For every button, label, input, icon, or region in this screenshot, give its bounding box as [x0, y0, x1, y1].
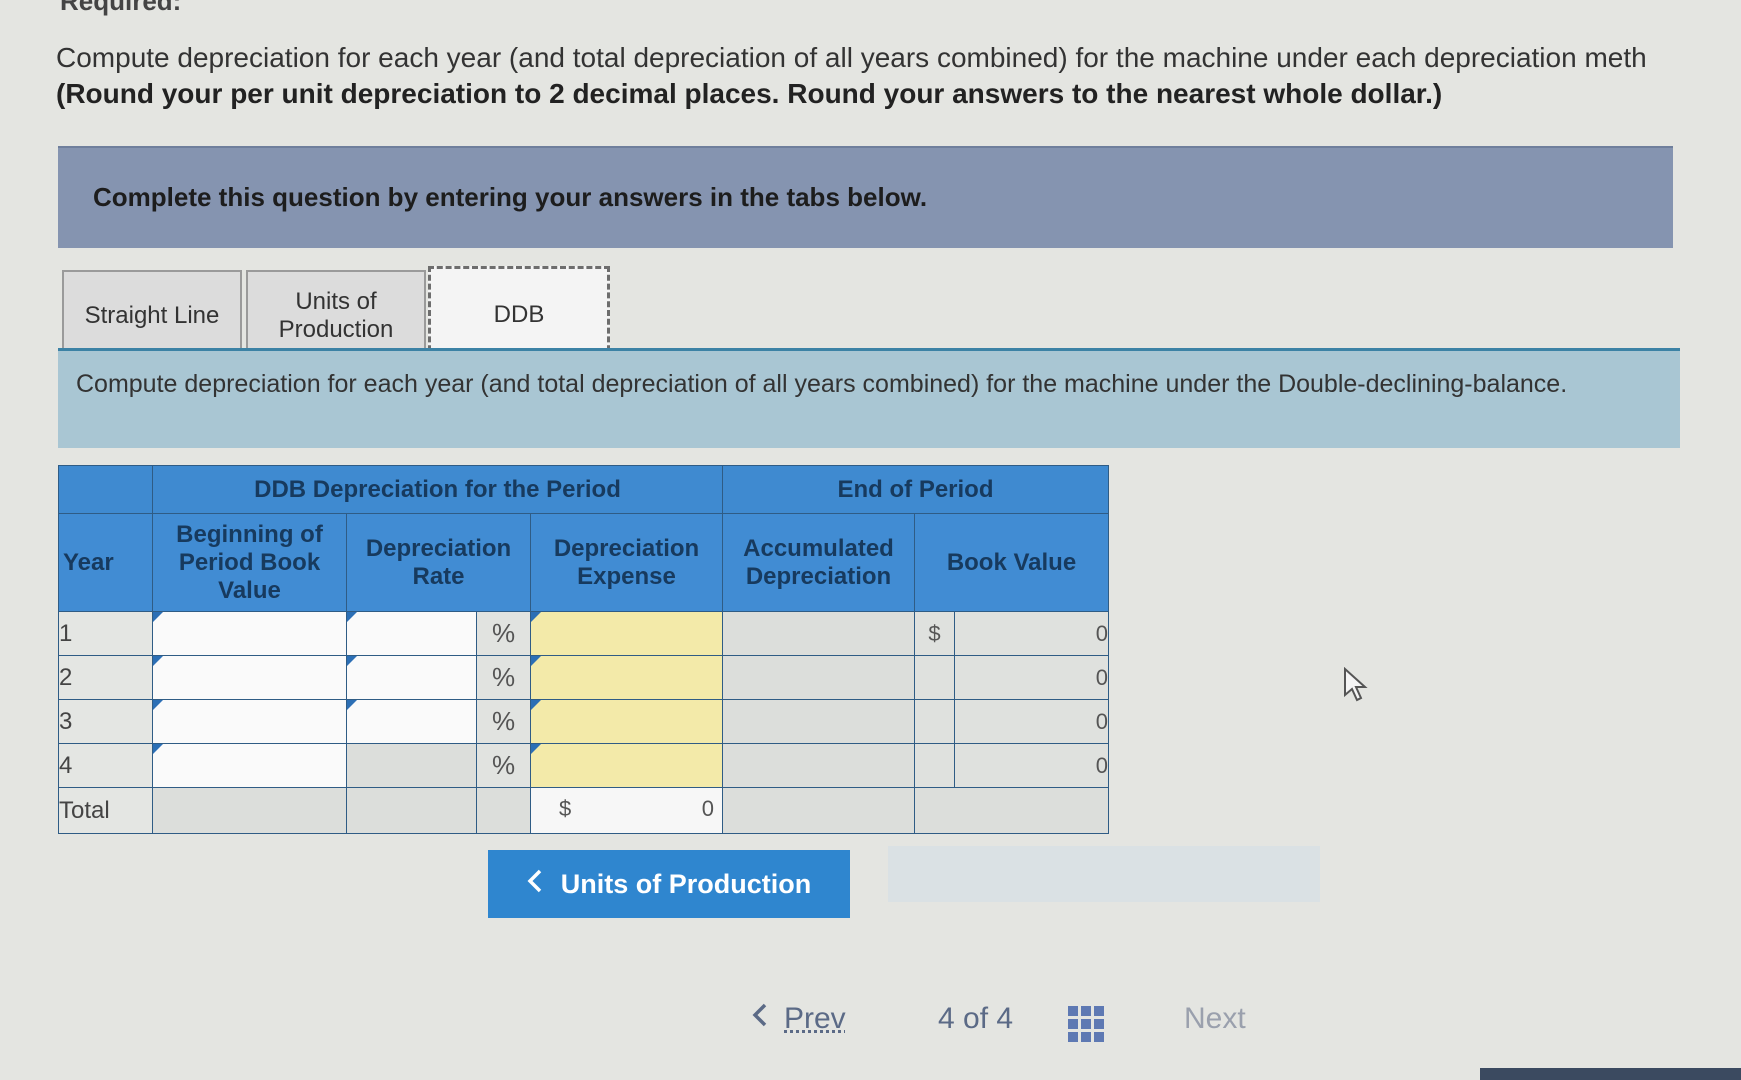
header-depreciation-expense: Depreciation Expense	[530, 513, 723, 612]
tab-straight-line[interactable]: Straight Line	[62, 270, 242, 360]
header-blank	[58, 465, 153, 514]
chevron-left-icon	[752, 1002, 768, 1036]
accumulated-depreciation-cell	[722, 743, 915, 788]
depreciation-rate-input[interactable]	[346, 611, 477, 656]
total-blank	[476, 787, 531, 834]
chevron-left-icon	[527, 869, 543, 900]
total-currency-sign: $	[559, 796, 572, 821]
total-label: Total	[58, 787, 153, 834]
header-year: Year	[58, 513, 153, 612]
percent-sign: %	[476, 743, 531, 788]
required-heading: Required:	[60, 0, 182, 16]
instruction-line-1: Compute depreciation for each year (and …	[56, 42, 1647, 73]
prev-label: Prev	[784, 1002, 846, 1035]
total-blank	[722, 787, 915, 834]
total-expense-value: 0	[701, 796, 714, 821]
banner-text: Complete this question by entering your …	[93, 182, 928, 212]
total-blank	[914, 787, 1109, 834]
depreciation-expense-input[interactable]	[530, 655, 723, 700]
depreciation-rate-cell	[346, 743, 477, 788]
units-of-production-button[interactable]: Units of Production	[488, 850, 850, 918]
button-shadow	[888, 846, 1320, 902]
book-value-cell: 0	[954, 655, 1109, 700]
book-value-cell: 0	[954, 743, 1109, 788]
depreciation-rate-input[interactable]	[346, 699, 477, 744]
header-ddb-period: DDB Depreciation for the Period	[152, 465, 723, 514]
beginning-book-value-input[interactable]	[152, 699, 347, 744]
header-end-of-period: End of Period	[722, 465, 1109, 514]
nav-button-label: Units of Production	[560, 868, 812, 899]
table-row: 3 % 0	[58, 699, 1109, 744]
total-blank	[346, 787, 477, 834]
bottom-edge	[1480, 1068, 1741, 1080]
percent-sign: %	[476, 699, 531, 744]
book-value-cell: 0	[954, 699, 1109, 744]
year-cell: 3	[58, 699, 153, 744]
instruction-line-2: (Round your per unit depreciation to 2 d…	[56, 78, 1443, 109]
currency-sign: $	[914, 611, 955, 656]
instruction-banner: Complete this question by entering your …	[58, 146, 1673, 248]
page-indicator: 4 of 4	[938, 1002, 1014, 1035]
depreciation-expense-input[interactable]	[530, 611, 723, 656]
percent-sign: %	[476, 611, 531, 656]
table-row: 2 % 0	[58, 655, 1109, 700]
table-row: 4 % 0	[58, 743, 1109, 788]
ddb-table: DDB Depreciation for the Period End of P…	[58, 465, 1109, 834]
accumulated-depreciation-cell	[722, 699, 915, 744]
header-accumulated-depreciation: Accumulated Depreciation	[722, 513, 915, 612]
beginning-book-value-input[interactable]	[152, 655, 347, 700]
accumulated-depreciation-cell	[722, 611, 915, 656]
depreciation-rate-input[interactable]	[346, 655, 477, 700]
instructions: Compute depreciation for each year (and …	[56, 40, 1741, 112]
header-beginning-book-value: Beginning of Period Book Value	[152, 513, 347, 612]
grid-icon[interactable]	[1068, 1006, 1104, 1042]
tab-units-of-production[interactable]: Units of Production	[246, 270, 426, 360]
tab-units-label: Units of Production	[278, 288, 394, 343]
year-cell: 4	[58, 743, 153, 788]
year-cell: 1	[58, 611, 153, 656]
percent-sign: %	[476, 655, 531, 700]
total-blank	[152, 787, 347, 834]
depreciation-expense-input[interactable]	[530, 743, 723, 788]
mouse-cursor-icon	[1343, 666, 1369, 708]
currency-blank	[914, 743, 955, 788]
currency-blank	[914, 655, 955, 700]
header-depreciation-rate: Depreciation Rate	[346, 513, 531, 612]
year-cell: 2	[58, 655, 153, 700]
beginning-book-value-input[interactable]	[152, 611, 347, 656]
prev-button[interactable]: Prev	[752, 1002, 846, 1036]
accumulated-depreciation-cell	[722, 655, 915, 700]
tab-prompt: Compute depreciation for each year (and …	[58, 348, 1680, 448]
tab-ddb[interactable]: DDB	[428, 266, 610, 360]
next-button[interactable]: Next	[1184, 1002, 1246, 1036]
beginning-book-value-input[interactable]	[152, 743, 347, 788]
total-depreciation-expense: $ 0	[530, 787, 723, 834]
depreciation-expense-input[interactable]	[530, 699, 723, 744]
header-book-value: Book Value	[914, 513, 1109, 612]
currency-blank	[914, 699, 955, 744]
total-row: Total $ 0	[58, 787, 1109, 834]
book-value-cell: 0	[954, 611, 1109, 656]
table-row: 1 % $ 0	[58, 611, 1109, 656]
